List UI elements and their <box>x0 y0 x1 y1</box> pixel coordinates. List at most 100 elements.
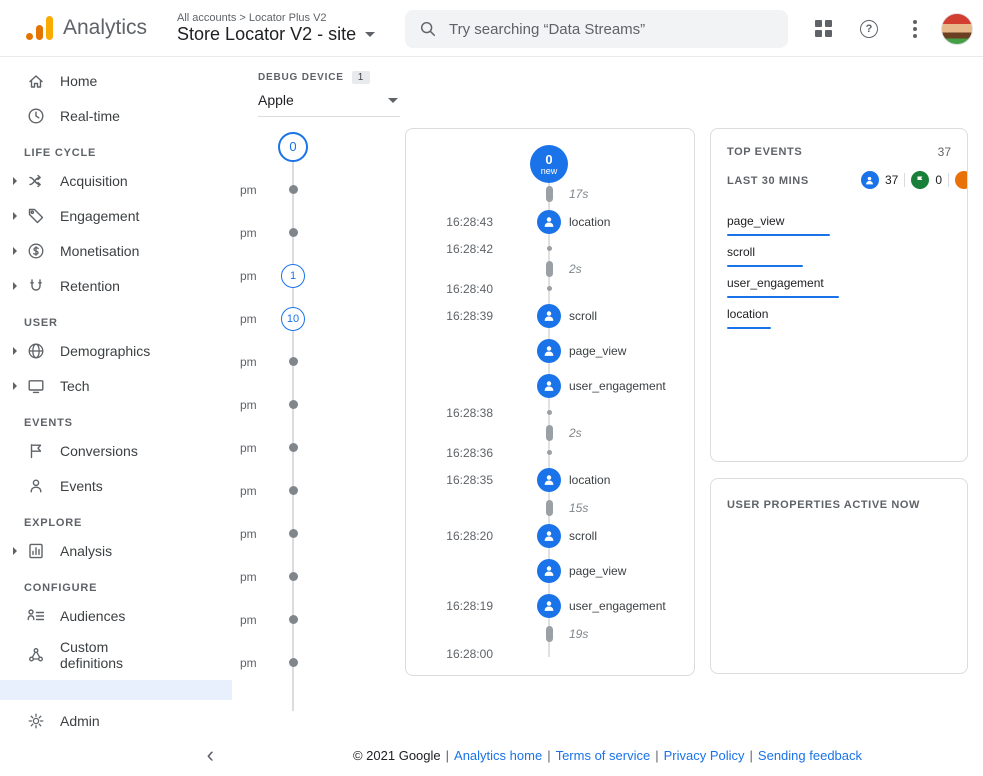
event-timestamp: 16:28:20 <box>406 529 531 543</box>
apps-grid-button[interactable] <box>803 9 843 49</box>
property-selector[interactable]: Store Locator V2 - site <box>177 24 375 45</box>
top-event-row[interactable]: location <box>727 298 951 329</box>
top-event-row[interactable]: scroll <box>727 236 951 267</box>
stream-event[interactable]: 16:28:39 scroll <box>406 298 694 333</box>
stream-event[interactable]: 16:28:20 scroll <box>406 518 694 553</box>
events-counter-value: 37 <box>885 173 898 187</box>
expand-arrow-icon <box>8 547 22 555</box>
sidebar-item-demographics[interactable]: Demographics <box>0 333 232 368</box>
top-event-name: location <box>727 307 951 321</box>
sidebar-item-acquisition[interactable]: Acquisition <box>0 163 232 198</box>
counter-divider <box>948 173 949 187</box>
minute-row: pm <box>232 555 408 598</box>
stream-gap: 15s <box>406 497 694 518</box>
breadcrumb[interactable]: All accounts > Locator Plus V2 <box>177 12 375 24</box>
top-event-name: user_engagement <box>727 276 951 290</box>
sidebar-collapse-button[interactable]: ‹ <box>207 744 214 766</box>
analytics-logo-icon[interactable] <box>26 16 53 40</box>
sidebar-item-custom-definitions[interactable]: Custom definitions <box>0 633 232 677</box>
minute-dot <box>289 400 298 409</box>
sidebar-item-selected-highlight[interactable] <box>0 680 232 700</box>
sidebar-item-label: Demographics <box>60 343 150 359</box>
search-input[interactable] <box>449 21 774 38</box>
event-person-icon <box>537 339 561 363</box>
analysis-chart-icon <box>26 541 46 561</box>
expand-arrow-icon <box>8 382 22 390</box>
more-options-button[interactable] <box>895 9 935 49</box>
sidebar-item-label: Monetisation <box>60 243 139 259</box>
minute-bubble[interactable]: 10 <box>281 307 305 331</box>
minute-bubble-current[interactable]: 0 <box>278 132 308 162</box>
event-timestamp: 16:28:35 <box>406 473 531 487</box>
top-events-panel: TOP EVENTS 37 LAST 30 MINS 37 0 page_vie… <box>710 128 968 462</box>
stream-event[interactable]: page_view <box>406 333 694 368</box>
copyright-text: © 2021 Google <box>353 748 441 763</box>
minute-dot <box>289 228 298 237</box>
counter-divider <box>904 173 905 187</box>
sidebar-item-events[interactable]: Events <box>0 468 232 503</box>
help-button[interactable]: ? <box>849 9 889 49</box>
gap-marker <box>546 186 553 202</box>
property-block: All accounts > Locator Plus V2 Store Loc… <box>177 12 375 45</box>
stream-event[interactable]: 16:28:43 location <box>406 204 694 239</box>
new-events-bubble[interactable]: 0 new <box>530 145 568 183</box>
sidebar-item-audiences[interactable]: Audiences <box>0 598 232 633</box>
event-name: location <box>567 473 610 487</box>
footer-link-sending-feedback[interactable]: Sending feedback <box>758 748 862 763</box>
search-bar[interactable] <box>405 10 788 48</box>
sidebar-item-label: Acquisition <box>60 173 128 189</box>
stream-event[interactable]: 16:28:19 user_engagement <box>406 588 694 623</box>
event-person-icon <box>537 559 561 583</box>
footer-link-terms-of-service[interactable]: Terms of service <box>556 748 651 763</box>
seconds-stream-panel: 0 new 17s 16:28:43 location 16:28:42 2s … <box>405 128 695 676</box>
sidebar-item-label: Admin <box>60 713 100 729</box>
tech-monitor-icon <box>26 376 46 396</box>
top-events-total: 37 <box>938 145 951 159</box>
time-dot <box>547 450 552 455</box>
sidebar-item-label: Home <box>60 73 97 89</box>
stream-time: 16:28:36 <box>406 443 694 462</box>
stream-gap: 17s <box>406 183 694 204</box>
expand-arrow-icon <box>8 347 22 355</box>
sidebar-item-analysis[interactable]: Analysis <box>0 533 232 568</box>
audiences-icon <box>26 606 46 626</box>
footer-separator: | <box>446 748 449 763</box>
event-timestamp: 16:28:19 <box>406 599 531 613</box>
sidebar-item-home[interactable]: Home <box>0 63 232 98</box>
user-avatar[interactable] <box>941 13 973 45</box>
top-event-row[interactable]: user_engagement <box>727 267 951 298</box>
debug-device-select[interactable]: Apple <box>258 86 400 117</box>
top-event-name: page_view <box>727 214 951 228</box>
top-event-row[interactable]: page_view <box>727 205 951 236</box>
stream-event[interactable]: user_engagement <box>406 368 694 403</box>
sidebar-item-real-time[interactable]: Real-time <box>0 98 232 133</box>
minute-dot <box>289 357 298 366</box>
footer-link-privacy-policy[interactable]: Privacy Policy <box>664 748 745 763</box>
app-name: Analytics <box>63 16 147 40</box>
conversions-counter-value: 0 <box>935 173 942 187</box>
sidebar-item-monetisation[interactable]: Monetisation <box>0 233 232 268</box>
event-timestamp: 16:28:36 <box>406 446 531 460</box>
event-name: user_engagement <box>567 379 666 393</box>
chevron-down-icon <box>365 32 375 37</box>
footer-link-analytics-home[interactable]: Analytics home <box>454 748 542 763</box>
time-dot <box>547 246 552 251</box>
stream-event[interactable]: page_view <box>406 553 694 588</box>
event-person-icon <box>537 524 561 548</box>
home-icon <box>26 71 46 91</box>
sidebar-item-engagement[interactable]: Engagement <box>0 198 232 233</box>
minute-row: pm <box>232 168 408 211</box>
debug-device-count-badge: 1 <box>352 71 370 84</box>
sidebar-item-conversions[interactable]: Conversions <box>0 433 232 468</box>
stream-event[interactable]: 16:28:35 location <box>406 462 694 497</box>
sidebar-item-retention[interactable]: Retention <box>0 268 232 303</box>
minute-bubble[interactable]: 1 <box>281 264 305 288</box>
sidebar-item-tech[interactable]: Tech <box>0 368 232 403</box>
realtime-counters: 37 0 <box>861 171 968 189</box>
footer: © 2021 Google|Analytics home|Terms of se… <box>232 748 983 763</box>
sidebar-item-admin[interactable]: Admin <box>0 703 232 738</box>
conversions-flag-icon <box>26 441 46 461</box>
expand-arrow-icon <box>8 282 22 290</box>
event-timestamp: 16:28:43 <box>406 215 531 229</box>
top-events-title: TOP EVENTS <box>727 146 802 158</box>
